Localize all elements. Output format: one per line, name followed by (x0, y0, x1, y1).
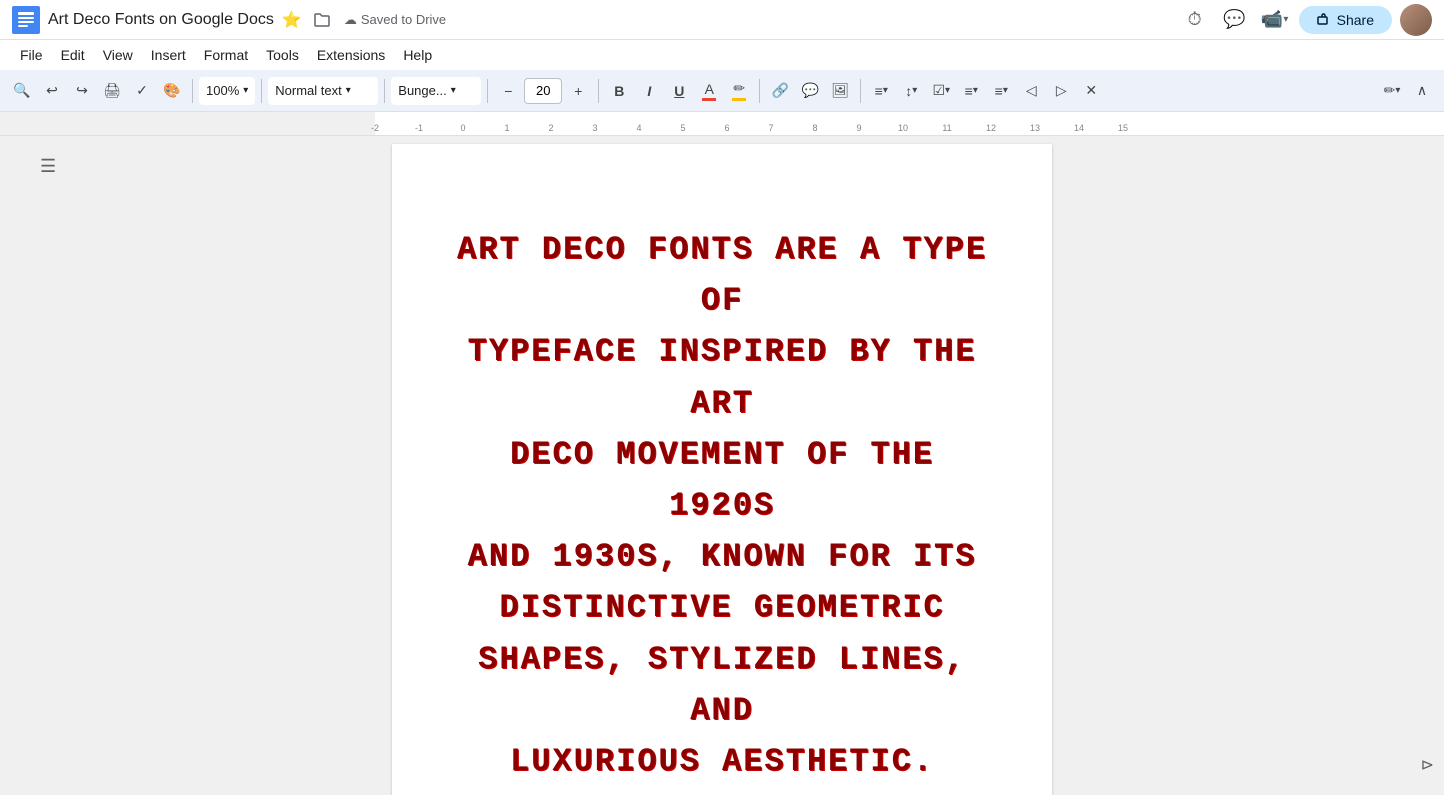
outline-icon[interactable]: ☰ (40, 156, 56, 177)
print-btn[interactable]: 🖨 (98, 77, 126, 105)
menu-bar: File Edit View Insert Format Tools Exten… (0, 40, 1444, 70)
comment-tb-btn[interactable]: 💬 (796, 77, 824, 105)
toolbar: 🔍 ↩ ↪ 🖨 ✓ 🎨 100% ▾ Normal text ▾ Bunge..… (0, 70, 1444, 112)
menu-format[interactable]: Format (196, 45, 256, 65)
doc-line-3: DECO MOVEMENT OF THE 1920S (452, 429, 992, 531)
font-size-input[interactable] (524, 78, 562, 104)
paint-format-btn[interactable]: 🎨 (158, 77, 186, 105)
indent-more-btn[interactable]: ▷ (1047, 77, 1075, 105)
numbered-list-btn[interactable]: ≡ ▾ (987, 77, 1015, 105)
style-select[interactable]: Normal text ▾ (268, 77, 378, 105)
clear-format-btn[interactable]: ✕ (1077, 77, 1105, 105)
indent-less-btn[interactable]: ◁ (1017, 77, 1045, 105)
highlight-btn[interactable]: ✏ (725, 77, 753, 105)
spellcheck-btn[interactable]: ✓ (128, 77, 156, 105)
undo-btn[interactable]: ↩ (38, 77, 66, 105)
doc-line-4: AND 1930S, KNOWN FOR ITS (452, 531, 992, 582)
separator-6 (759, 79, 760, 103)
pencil-mode-btn[interactable]: ✏ ▾ (1378, 77, 1406, 105)
star-icon[interactable]: ⭐ (280, 8, 304, 32)
ruler-main: -2 -1 0 1 2 3 4 5 6 7 8 9 10 11 12 13 14… (375, 112, 1444, 135)
meet-icon[interactable]: 📹 ▾ (1259, 4, 1291, 36)
doc-line-6: SHAPES, STYLIZED LINES, AND (452, 634, 992, 736)
history-icon[interactable]: ⏱ (1179, 4, 1211, 36)
collapse-btn[interactable]: ∧ (1408, 77, 1436, 105)
font-size-control: − + (494, 77, 592, 105)
search-toolbar-btn[interactable]: 🔍 (8, 77, 36, 105)
link-btn[interactable]: 🔗 (766, 77, 794, 105)
text-color-btn[interactable]: A (695, 77, 723, 105)
separator-5 (598, 79, 599, 103)
doc-line-5: DISTINCTIVE GEOMETRIC (452, 582, 992, 633)
menu-tools[interactable]: Tools (258, 45, 307, 65)
ruler: -2 -1 0 1 2 3 4 5 6 7 8 9 10 11 12 13 14… (0, 112, 1444, 136)
separator-3 (384, 79, 385, 103)
separator-1 (192, 79, 193, 103)
doc-line-7: LUXURIOUS AESTHETIC. (452, 736, 992, 787)
title-actions: ⭐ ☁ Saved to Drive (280, 8, 446, 32)
bold-btn[interactable]: B (605, 77, 633, 105)
image-btn[interactable]: 🖼 (826, 77, 854, 105)
checklist-btn[interactable]: ☑ ▾ (927, 77, 955, 105)
menu-insert[interactable]: Insert (143, 45, 194, 65)
doc-line-1: ART DECO FONTS ARE A TYPE OF (452, 224, 992, 326)
menu-edit[interactable]: Edit (53, 45, 93, 65)
menu-extensions[interactable]: Extensions (309, 45, 393, 65)
document-page[interactable]: ART DECO FONTS ARE A TYPE OF TYPEFACE IN… (392, 144, 1052, 795)
doc-title: Art Deco Fonts on Google Docs (48, 11, 274, 29)
menu-view[interactable]: View (95, 45, 141, 65)
list-btn[interactable]: ≡ ▾ (957, 77, 985, 105)
align-btn[interactable]: ≡ ▾ (867, 77, 895, 105)
zoom-select[interactable]: 100% ▾ (199, 77, 255, 105)
docs-icon[interactable] (12, 6, 40, 34)
header-right: ⏱ 💬 📹 ▾ Share (1179, 4, 1432, 36)
font-size-increase-btn[interactable]: + (564, 77, 592, 105)
font-size-decrease-btn[interactable]: − (494, 77, 522, 105)
separator-2 (261, 79, 262, 103)
folder-icon[interactable] (310, 8, 334, 32)
menu-help[interactable]: Help (395, 45, 440, 65)
resize-handle[interactable]: ⊳ (1421, 755, 1434, 775)
saved-badge: ☁ Saved to Drive (344, 12, 446, 28)
ruler-left (0, 112, 375, 135)
left-margin: ☰ (0, 136, 375, 795)
doc-line-2: TYPEFACE INSPIRED BY THE ART (452, 326, 992, 428)
redo-btn[interactable]: ↪ (68, 77, 96, 105)
line-spacing-btn[interactable]: ↕ ▾ (897, 77, 925, 105)
document-content: ART DECO FONTS ARE A TYPE OF TYPEFACE IN… (452, 224, 992, 787)
title-bar: Art Deco Fonts on Google Docs ⭐ ☁ Saved … (0, 0, 1444, 40)
separator-7 (860, 79, 861, 103)
underline-btn[interactable]: U (665, 77, 693, 105)
separator-4 (487, 79, 488, 103)
main-area: ☰ ART DECO FONTS ARE A TYPE OF TYPEFACE … (0, 136, 1444, 795)
share-button[interactable]: Share (1299, 6, 1392, 34)
menu-file[interactable]: File (12, 45, 51, 65)
right-margin: ⊳ (1069, 136, 1444, 795)
italic-btn[interactable]: I (635, 77, 663, 105)
avatar[interactable] (1400, 4, 1432, 36)
comment-icon[interactable]: 💬 (1219, 4, 1251, 36)
font-select[interactable]: Bunge... ▾ (391, 77, 481, 105)
page-area[interactable]: ART DECO FONTS ARE A TYPE OF TYPEFACE IN… (375, 136, 1069, 795)
